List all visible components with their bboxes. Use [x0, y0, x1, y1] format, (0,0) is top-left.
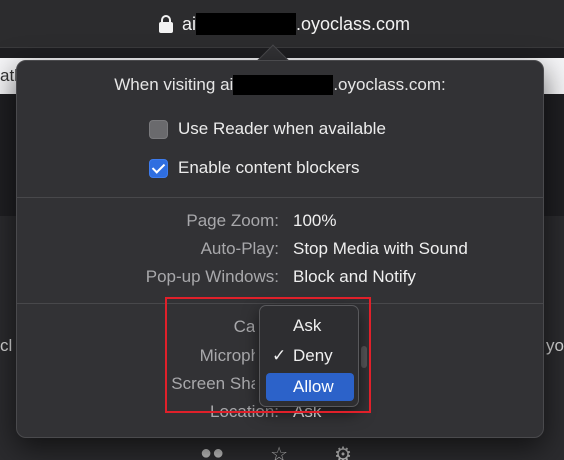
popup-windows-row[interactable]: Pop-up Windows: Block and Notify: [17, 267, 543, 291]
url-suffix: .oyoclass.com: [296, 13, 411, 34]
page-zoom-row[interactable]: Page Zoom: 100%: [17, 211, 543, 235]
reader-checkbox-row[interactable]: Use Reader when available: [149, 119, 386, 139]
page-zoom-value[interactable]: 100%: [293, 211, 336, 231]
url-prefix: ai: [182, 13, 197, 34]
star-icon[interactable]: ☆: [270, 442, 288, 460]
address-bar[interactable]: ai .oyoclass.com: [0, 0, 564, 48]
lock-icon: [159, 15, 173, 33]
people-icon[interactable]: ●●: [200, 442, 224, 460]
page-zoom-label: Page Zoom:: [186, 211, 279, 230]
auto-play-label: Auto-Play:: [200, 239, 279, 258]
popup-windows-value[interactable]: Block and Notify: [293, 267, 416, 287]
popup-windows-label: Pop-up Windows:: [145, 267, 279, 286]
reader-checkbox-label: Use Reader when available: [178, 119, 386, 138]
popover-title-suffix: .oyoclass.com:: [333, 75, 446, 94]
content-blockers-checkbox-row[interactable]: Enable content blockers: [149, 158, 359, 178]
divider: [17, 197, 543, 198]
reader-checkbox[interactable]: [149, 119, 168, 139]
annotation-highlight-box: [165, 297, 371, 413]
url-display[interactable]: ai .oyoclass.com: [159, 12, 410, 36]
popover-title-prefix: When visiting ai: [114, 75, 234, 94]
page-left-text: cl: [0, 336, 13, 355]
auto-play-row[interactable]: Auto-Play: Stop Media with Sound: [17, 239, 543, 263]
gear-icon[interactable]: ⚙: [334, 442, 352, 460]
content-blockers-checkbox[interactable]: [149, 158, 168, 178]
auto-play-value[interactable]: Stop Media with Sound: [293, 239, 468, 259]
popover-title: When visiting ai .oyoclass.com:: [17, 75, 543, 95]
redacted-domain-title: [233, 75, 334, 95]
bottom-toolbar: ●● ☆ ⚙: [200, 442, 352, 460]
redacted-domain: [196, 13, 297, 35]
content-blockers-label: Enable content blockers: [178, 158, 360, 177]
